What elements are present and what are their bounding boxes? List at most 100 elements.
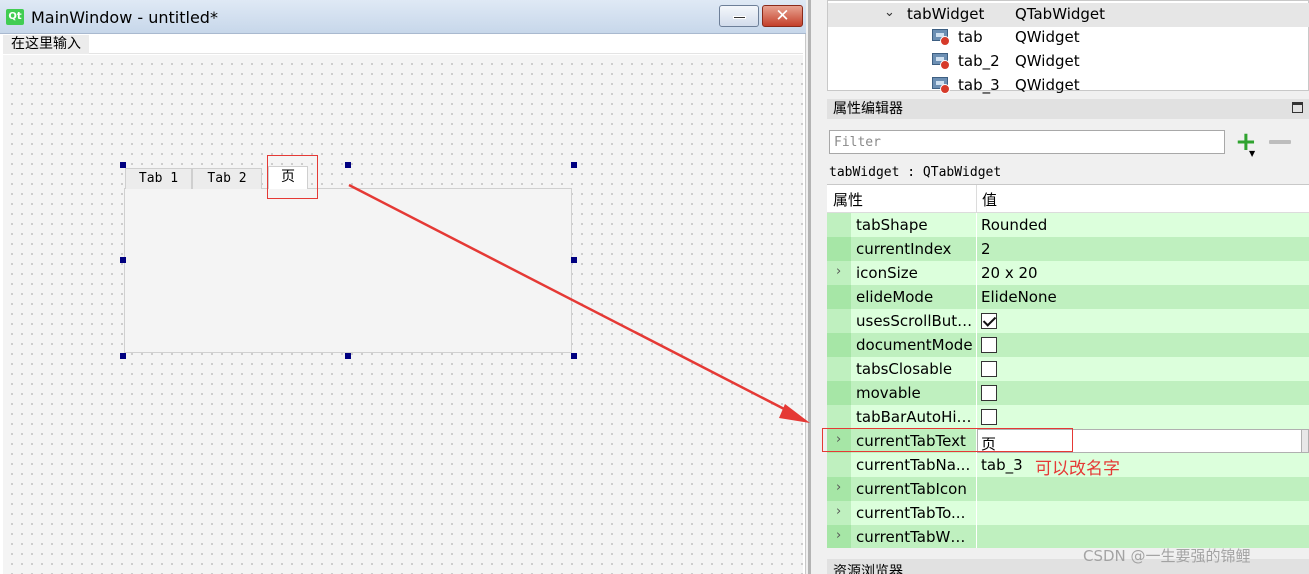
chevron-right-icon[interactable]: › bbox=[836, 480, 841, 495]
property-table: 属性 值 tabShape Rounded currentIndex 2 › iconSi… bbox=[827, 184, 1309, 548]
selection-handle-bottom-left[interactable] bbox=[120, 353, 126, 359]
reset-value-button[interactable] bbox=[1301, 429, 1309, 453]
close-icon: ✕ bbox=[775, 6, 790, 26]
property-row-gutter bbox=[827, 309, 851, 333]
tab-1[interactable]: Tab 1 bbox=[125, 168, 192, 189]
selection-handle-top-right[interactable] bbox=[571, 162, 577, 168]
property-name: currentTabTo... bbox=[856, 504, 966, 522]
tree-item-name: tab_2 bbox=[958, 52, 1000, 70]
chevron-right-icon[interactable]: › bbox=[836, 504, 841, 519]
tree-item-class: QTabWidget bbox=[1015, 5, 1106, 23]
annotation-highlight-row bbox=[822, 428, 1073, 452]
property-name: currentTabIcon bbox=[856, 480, 967, 498]
minimize-icon bbox=[733, 16, 746, 19]
minimize-button[interactable] bbox=[719, 5, 759, 27]
property-name: currentTabNa... bbox=[856, 456, 971, 474]
tree-item-name: tab bbox=[958, 28, 983, 46]
property-checkbox[interactable] bbox=[981, 361, 997, 377]
property-row-gutter bbox=[827, 357, 851, 381]
tree-row-tab[interactable]: tab QWidget bbox=[828, 26, 1309, 50]
tab-widget-page-area[interactable] bbox=[124, 188, 572, 353]
property-value[interactable]: 2 bbox=[981, 240, 991, 258]
object-inspector-tree: ⌄ tabWidget QTabWidget tab QWidget tab_2… bbox=[827, 0, 1309, 94]
property-checkbox[interactable] bbox=[981, 337, 997, 353]
dropdown-arrow-icon: ▼ bbox=[1249, 149, 1256, 158]
property-table-header: 属性 值 bbox=[827, 185, 1309, 213]
close-button[interactable]: ✕ bbox=[762, 5, 803, 27]
property-row[interactable]: › currentTabIcon bbox=[827, 477, 1309, 501]
property-checkbox[interactable] bbox=[981, 409, 997, 425]
property-row-gutter bbox=[827, 333, 851, 357]
property-editor-title[interactable]: 属性编辑器 bbox=[827, 99, 1309, 119]
widget-icon bbox=[932, 53, 950, 70]
property-value[interactable]: Rounded bbox=[981, 216, 1047, 234]
tree-item-name: tabWidget bbox=[907, 5, 985, 23]
selection-handle-bottom-right[interactable] bbox=[571, 353, 577, 359]
annotation-highlight-tab bbox=[267, 155, 318, 199]
menu-placeholder-item[interactable]: 在这里输入 bbox=[3, 35, 89, 54]
property-row-gutter bbox=[827, 237, 851, 261]
property-row[interactable]: documentMode bbox=[827, 333, 1309, 357]
property-row[interactable]: › currentTabTo... bbox=[827, 501, 1309, 525]
remove-dynamic-property-button[interactable] bbox=[1269, 140, 1291, 144]
selection-handle-right[interactable] bbox=[571, 257, 577, 263]
property-name: tabBarAutoHide bbox=[856, 408, 974, 426]
tree-item-name: tab_3 bbox=[958, 76, 1000, 94]
selection-handle-top-left[interactable] bbox=[120, 162, 126, 168]
property-value[interactable]: tab_3 bbox=[981, 456, 1023, 474]
splitter-line bbox=[808, 0, 811, 574]
tree-row-tab-3[interactable]: tab_3 QWidget bbox=[828, 74, 1309, 98]
property-name: usesScrollButt... bbox=[856, 312, 974, 330]
property-row-gutter bbox=[827, 285, 851, 309]
property-row[interactable]: tabsClosable bbox=[827, 357, 1309, 381]
property-checkbox[interactable] bbox=[981, 385, 997, 401]
property-row-gutter bbox=[827, 453, 851, 477]
property-editor-title-text: 属性编辑器 bbox=[833, 101, 903, 117]
chevron-right-icon[interactable]: › bbox=[836, 528, 841, 543]
selected-object-class: tabWidget : QTabWidget bbox=[829, 163, 1309, 182]
float-dock-icon[interactable] bbox=[1292, 102, 1303, 113]
property-checkbox[interactable] bbox=[981, 313, 997, 329]
watermark: CSDN @一生要强的锦鲤 bbox=[1083, 547, 1251, 565]
selection-handle-left[interactable] bbox=[120, 257, 126, 263]
property-row-gutter bbox=[827, 213, 851, 237]
chevron-down-icon[interactable]: ⌄ bbox=[884, 5, 895, 20]
add-dynamic-property-button[interactable]: + ▼ bbox=[1233, 129, 1261, 158]
property-row[interactable]: usesScrollButt... bbox=[827, 309, 1309, 333]
property-name: tabShape bbox=[856, 216, 928, 234]
widget-icon bbox=[932, 29, 950, 46]
property-name: iconSize bbox=[856, 264, 918, 282]
chevron-right-icon[interactable]: › bbox=[836, 264, 841, 279]
tab-2[interactable]: Tab 2 bbox=[192, 168, 262, 189]
tree-row-tab-2[interactable]: tab_2 QWidget bbox=[828, 50, 1309, 74]
property-row[interactable]: currentIndex 2 bbox=[827, 237, 1309, 261]
window-titlebar[interactable]: Qt MainWindow - untitled* ✕ bbox=[0, 0, 806, 34]
form-menubar: 在这里输入 bbox=[3, 35, 803, 54]
property-value[interactable]: 20 x 20 bbox=[981, 264, 1038, 282]
annotation-text: 可以改名字 bbox=[1035, 459, 1120, 479]
property-name: documentMode bbox=[856, 336, 973, 354]
property-row[interactable]: elideMode ElideNone bbox=[827, 285, 1309, 309]
property-name: currentTabWh... bbox=[856, 528, 974, 546]
property-name: elideMode bbox=[856, 288, 934, 306]
header-value: 值 bbox=[982, 191, 998, 209]
property-row[interactable]: tabShape Rounded bbox=[827, 213, 1309, 237]
property-name: currentIndex bbox=[856, 240, 952, 258]
property-row[interactable]: › iconSize 20 x 20 bbox=[827, 261, 1309, 285]
property-row[interactable]: tabBarAutoHide bbox=[827, 405, 1309, 429]
property-row-gutter bbox=[827, 405, 851, 429]
selection-handle-bottom[interactable] bbox=[345, 353, 351, 359]
tree-row-tabwidget[interactable]: ⌄ tabWidget QTabWidget bbox=[828, 3, 1309, 27]
property-value[interactable]: ElideNone bbox=[981, 288, 1057, 306]
property-row[interactable]: movable bbox=[827, 381, 1309, 405]
property-filter-input[interactable] bbox=[829, 130, 1225, 154]
property-name: movable bbox=[856, 384, 921, 402]
right-dock-panel: ⌄ tabWidget QTabWidget tab QWidget tab_2… bbox=[827, 0, 1309, 574]
property-name: tabsClosable bbox=[856, 360, 953, 378]
widget-icon bbox=[932, 77, 950, 94]
resource-browser-title-text: 资源浏览器 bbox=[833, 564, 903, 574]
tree-item-class: QWidget bbox=[1015, 52, 1080, 70]
tree-item-class: QWidget bbox=[1015, 76, 1080, 94]
property-row-gutter bbox=[827, 381, 851, 405]
selection-handle-top[interactable] bbox=[345, 162, 351, 168]
